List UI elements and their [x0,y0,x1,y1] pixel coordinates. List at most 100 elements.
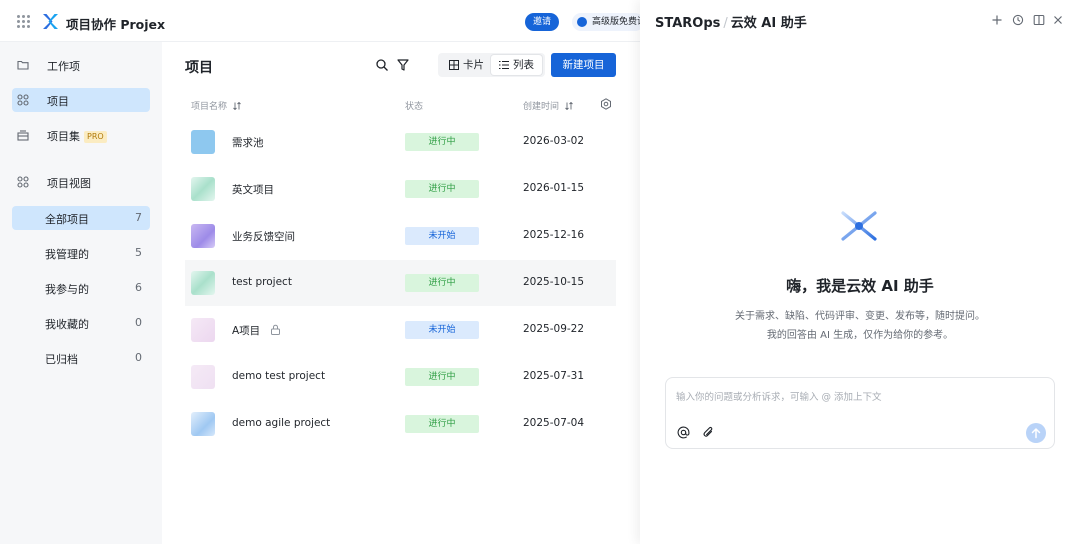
status-badge: 未开始 [405,321,479,339]
column-header-created[interactable]: 创建时间 [523,99,573,112]
status-badge: 未开始 [405,227,479,245]
view-item-managed[interactable]: 我管理的 5 [12,241,150,265]
send-button[interactable] [1026,423,1046,443]
brand-name: STAROps [655,16,721,31]
view-item-count: 5 [135,246,142,259]
list-view-button[interactable]: 列表 [491,55,542,75]
status-badge: 进行中 [405,274,479,292]
filter-icon[interactable] [396,58,410,72]
status-badge: 进行中 [405,180,479,198]
sidebar-item-label: 项目 [47,95,69,108]
grid-icon [449,60,459,70]
created-date: 2026-03-02 [523,135,585,147]
project-name[interactable]: 英文项目 [232,182,274,197]
attachment-icon[interactable] [702,426,715,439]
mention-icon[interactable] [677,426,690,439]
close-icon[interactable] [1052,14,1064,26]
list-icon [499,60,509,70]
view-item-all[interactable]: 全部项目 7 [12,206,150,230]
folder-icon [17,60,29,70]
created-date: 2025-10-15 [523,276,585,288]
assistant-title: 云效 AI 助手 [730,16,807,31]
status-badge: 进行中 [405,133,479,151]
apps-icon [17,94,29,106]
project-name[interactable]: 需求池 [232,135,264,150]
project-name[interactable]: A项目 [232,323,281,338]
table-row[interactable]: demo agile project 进行中 2025-07-04 [185,401,616,447]
project-thumbnail [191,130,215,154]
project-thumbnail [191,271,215,295]
project-name[interactable]: 业务反馈空间 [232,229,295,244]
ai-assistant-panel: STAROps / 云效 AI 助手 嗨，我是云效 AI 助手 关于需求、缺陷、代码… [640,0,1080,544]
assistant-description-line2: 我的回答由 AI 生成，仅作为给你的参考。 [766,330,954,341]
search-icon[interactable] [375,58,389,72]
project-thumbnail [191,365,215,389]
card-view-label: 卡片 [463,59,484,71]
created-date: 2026-01-15 [523,182,585,194]
project-thumbnail [191,412,215,436]
table-row[interactable]: 需求池 进行中 2026-03-02 [185,119,616,165]
main-content: 项目 卡片 列表 新建项目 项目名称 状态 创建时间 需求池 进行中 2026-… [162,42,640,544]
app-launcher-icon[interactable] [17,15,30,28]
page-title: 项目 [185,60,213,76]
assistant-greeting: 嗨，我是云效 AI 助手 [786,277,934,295]
column-header-status: 状态 [405,102,424,112]
column-header-name[interactable]: 项目名称 [191,99,241,112]
sort-icon [565,102,573,110]
sidebar-item-projects[interactable]: 项目 [12,88,150,112]
table-row[interactable]: demo test project 进行中 2025-07-31 [185,354,616,400]
sidebar-item-program[interactable]: 项目集 PRO [12,123,150,147]
sidebar-item-label: 工作项 [47,60,80,73]
view-item-archived[interactable]: 已归档 0 [12,346,150,370]
status-badge: 进行中 [405,368,479,386]
view-item-favorites[interactable]: 我收藏的 0 [12,311,150,335]
top-bar: 项目协作 Projex 邀请 高级版免费试用 [0,0,644,42]
chat-input-placeholder[interactable]: 输入你的问题或分析诉求，可输入 @ 添加上下文 [676,389,882,403]
list-view-label: 列表 [513,59,534,71]
created-date: 2025-07-04 [523,417,585,429]
project-thumbnail [191,318,215,342]
arrow-up-icon [1031,428,1041,439]
new-project-button[interactable]: 新建项目 [551,53,616,77]
ai-sparkle-icon [833,205,885,247]
table-row[interactable]: test project 进行中 2025-10-15 [185,260,616,306]
table-row[interactable]: 英文项目 进行中 2026-01-15 [185,166,616,212]
plus-icon[interactable] [991,14,1003,26]
column-settings-icon[interactable] [600,98,612,110]
card-view-button[interactable]: 卡片 [441,55,487,75]
pro-badge: PRO [84,131,107,143]
assistant-header-title: STAROps / 云效 AI 助手 [655,12,807,31]
project-name[interactable]: test project [232,276,292,288]
assistant-description-line1: 关于需求、缺陷、代码评审、变更、发布等，随时提问。 [735,311,985,322]
view-item-label: 我管理的 [45,248,89,261]
sidebar-item-label: 项目集 PRO [47,128,107,144]
view-item-label: 我收藏的 [45,318,89,331]
history-icon[interactable] [1012,14,1024,26]
view-item-label: 我参与的 [45,283,89,296]
project-name[interactable]: demo test project [232,370,325,382]
created-date: 2025-12-16 [523,229,585,241]
trial-label: 高级版免费试用 [592,17,644,27]
panel-layout-icon[interactable] [1033,14,1045,26]
apps-icon [17,176,29,188]
view-item-count: 0 [135,351,142,364]
clock-icon [577,17,587,27]
trial-badge[interactable]: 高级版免费试用 [572,13,644,31]
sidebar-item-label: 项目视图 [47,177,91,190]
project-name[interactable]: demo agile project [232,417,330,429]
title-separator: / [723,16,728,31]
view-item-participating[interactable]: 我参与的 6 [12,276,150,300]
sidebar-item-workitems[interactable]: 工作项 [12,53,150,77]
view-toggle: 卡片 列表 [438,53,545,77]
view-item-count: 0 [135,316,142,329]
created-date: 2025-09-22 [523,323,585,335]
chat-input-box[interactable]: 输入你的问题或分析诉求，可输入 @ 添加上下文 [665,377,1055,449]
invite-button[interactable]: 邀请 [525,13,560,31]
status-badge: 进行中 [405,415,479,433]
view-item-label: 已归档 [45,353,78,366]
sidebar-item-project-views[interactable]: 项目视图 [12,170,150,194]
project-thumbnail [191,224,215,248]
view-item-label: 全部项目 [45,213,89,226]
table-row[interactable]: 业务反馈空间 未开始 2025-12-16 [185,213,616,259]
table-row[interactable]: A项目 未开始 2025-09-22 [185,307,616,353]
